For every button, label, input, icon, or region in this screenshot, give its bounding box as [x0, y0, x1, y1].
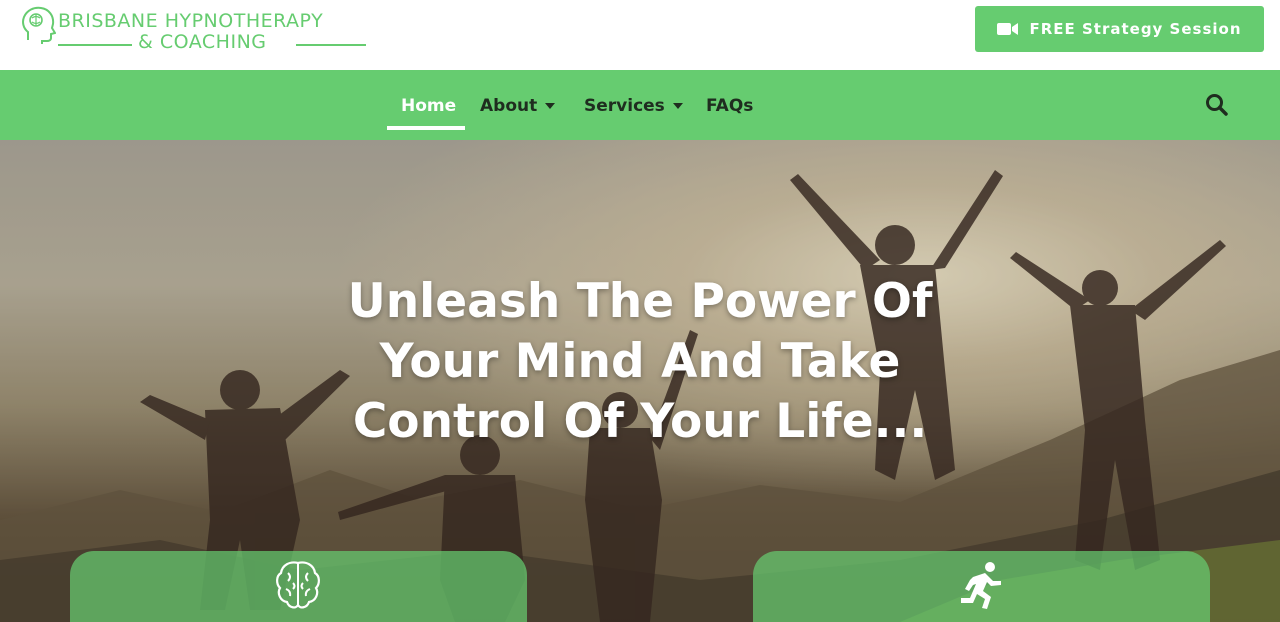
hero-headline-line: Control Of Your Life... [352, 394, 928, 449]
brain-icon [276, 561, 320, 609]
free-strategy-session-button[interactable]: FREE Strategy Session [975, 6, 1264, 52]
logo-rule-right [296, 44, 366, 46]
hero-section: Unleash The Power Of Your Mind And Take … [0, 140, 1280, 622]
site-header: BRISBANE HYPNOTHERAPY & COACHING FREE St… [0, 0, 1280, 70]
logo-rule-left [58, 44, 132, 46]
running-person-icon [961, 562, 1001, 609]
cta-label: FREE Strategy Session [1029, 20, 1242, 38]
nav-item-label: Services [584, 96, 665, 116]
nav-item-label: FAQs [706, 96, 754, 116]
main-navigation: Home About Services FAQs [0, 70, 1280, 140]
hero-headline: Unleash The Power Of Your Mind And Take … [340, 272, 940, 452]
nav-item-about[interactable]: About [480, 92, 556, 120]
site-logo[interactable]: BRISBANE HYPNOTHERAPY & COACHING [20, 6, 370, 54]
nav-item-faqs[interactable]: FAQs [706, 92, 753, 120]
search-icon[interactable] [1204, 92, 1230, 118]
logo-text-line1: BRISBANE HYPNOTHERAPY [58, 10, 324, 32]
hero-headline-line: Your Mind And Take [379, 334, 901, 389]
head-brain-icon [22, 6, 56, 44]
logo-text-line2: & COACHING [138, 31, 267, 53]
chevron-down-icon [545, 103, 556, 109]
nav-active-underline [387, 126, 465, 130]
service-card-coaching[interactable] [753, 551, 1210, 622]
nav-item-label: About [480, 96, 538, 116]
nav-item-services[interactable]: Services [584, 92, 683, 120]
nav-item-label: Home [401, 96, 457, 116]
chevron-down-icon [672, 103, 683, 109]
service-card-hypnotherapy[interactable] [70, 551, 527, 622]
video-camera-icon [997, 23, 1019, 35]
hero-headline-line: Unleash The Power Of [347, 274, 933, 329]
nav-item-home[interactable]: Home [401, 92, 456, 120]
